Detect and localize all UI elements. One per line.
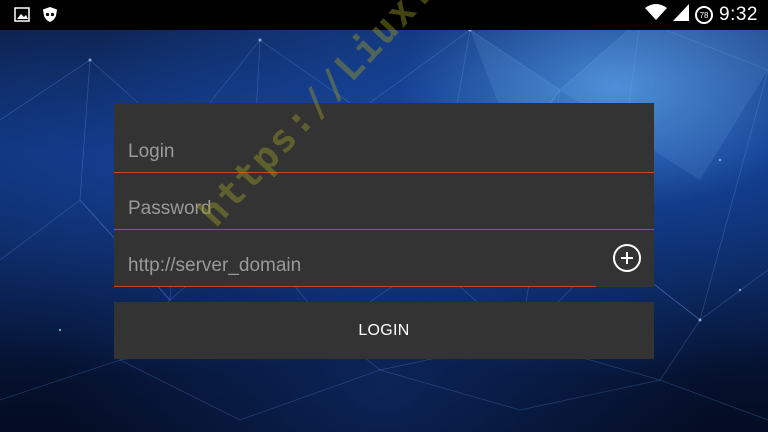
battery-icon: 78 (695, 6, 714, 24)
password-field (114, 173, 654, 230)
login-field (114, 103, 654, 173)
server-url-input[interactable] (128, 252, 588, 280)
gallery-icon (14, 7, 30, 27)
server-field (114, 230, 654, 287)
login-button[interactable]: LOGIN (114, 302, 654, 359)
privacy-shield-icon (42, 6, 58, 28)
plus-circle-icon[interactable] (613, 244, 641, 272)
password-input[interactable] (128, 195, 588, 223)
signal-icon (673, 4, 690, 26)
status-bar-right-icons: 78 9:32 (645, 3, 758, 27)
login-form (114, 103, 654, 287)
status-bar: 78 9:32 (0, 0, 768, 30)
server-url-underline (114, 286, 596, 287)
login-input[interactable] (128, 138, 588, 166)
clock-time: 9:32 (719, 4, 758, 25)
status-bar-left-icons (14, 6, 58, 28)
wifi-icon (645, 4, 668, 26)
